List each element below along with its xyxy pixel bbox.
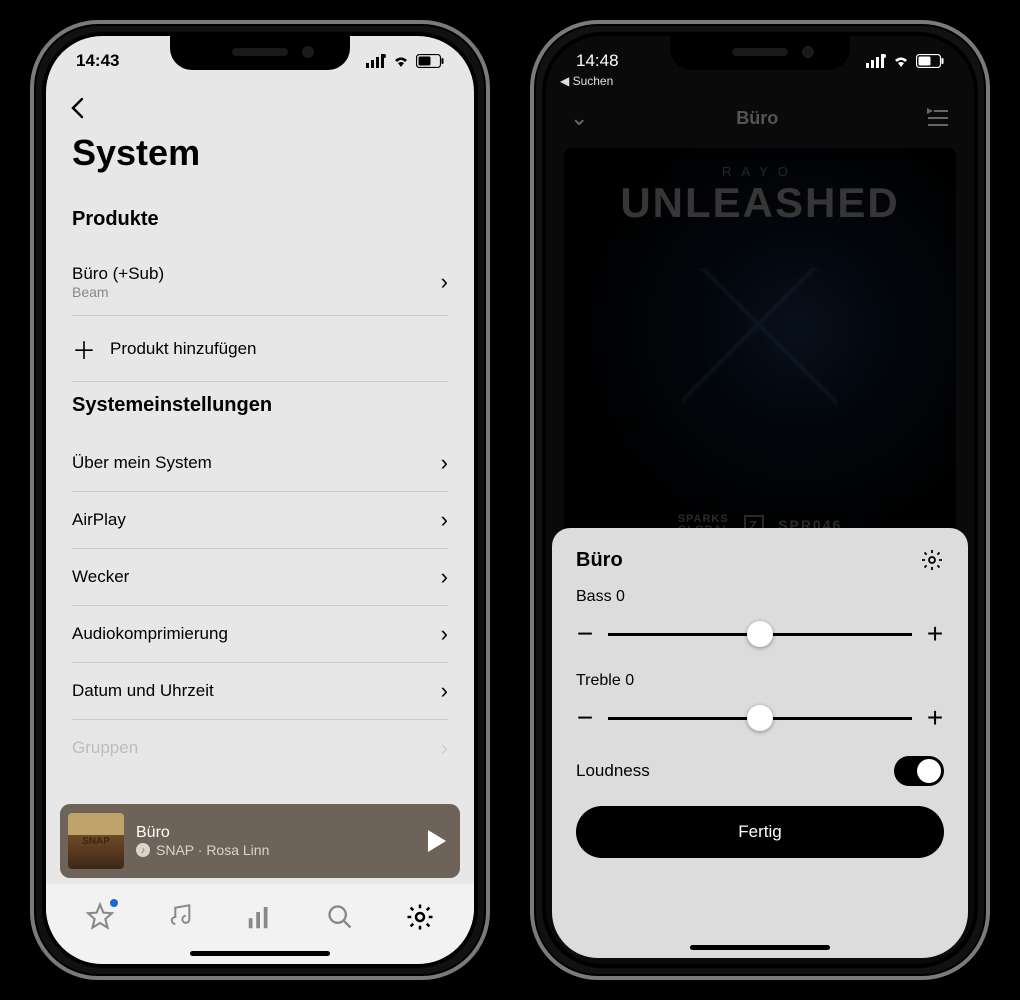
wifi-icon: [892, 54, 910, 68]
battery-icon: [916, 54, 944, 68]
settings-about[interactable]: Über mein System›: [72, 435, 448, 492]
treble-slider-group: Treble 0 − +: [576, 672, 944, 734]
done-button[interactable]: Fertig: [576, 806, 944, 858]
chevron-right-icon: ›: [441, 507, 448, 533]
chevron-right-icon: ›: [441, 621, 448, 647]
bass-plus[interactable]: +: [926, 618, 944, 650]
battery-icon: [416, 54, 444, 68]
treble-slider[interactable]: [608, 717, 912, 720]
section-settings-header: Systemeinstellungen: [72, 394, 448, 417]
bass-label: Bass 0: [576, 588, 944, 606]
section-products-header: Produkte: [72, 208, 448, 231]
treble-minus[interactable]: −: [576, 702, 594, 734]
notch: [670, 36, 850, 70]
treble-thumb[interactable]: [747, 705, 773, 731]
back-button[interactable]: [68, 96, 88, 120]
eq-room-title: Büro: [576, 549, 623, 572]
search-icon: [326, 903, 354, 931]
status-time: 14:43: [76, 51, 119, 71]
notification-dot: [110, 899, 118, 907]
product-name: Büro (+Sub): [72, 264, 164, 284]
chevron-right-icon: ›: [441, 450, 448, 476]
tab-rooms[interactable]: [240, 897, 280, 937]
add-product-row[interactable]: ＋ Produkt hinzufügen: [72, 316, 448, 382]
status-icons: [366, 54, 444, 68]
tab-music[interactable]: [160, 897, 200, 937]
music-icon: [166, 903, 194, 931]
bass-thumb[interactable]: [747, 621, 773, 647]
now-playing-header: ⌄ Büro: [546, 98, 974, 138]
loudness-row: Loudness: [576, 756, 944, 786]
breadcrumb-back[interactable]: ◀ Suchen: [560, 74, 613, 88]
page-title: System: [72, 132, 200, 174]
gear-icon: [405, 902, 435, 932]
settings-groups: Gruppen›: [72, 720, 448, 776]
product-row[interactable]: Büro (+Sub) Beam ›: [72, 249, 448, 316]
treble-label: Treble 0: [576, 672, 944, 690]
bass-slider-group: Bass 0 − +: [576, 588, 944, 650]
mini-player-room: Büro: [136, 824, 428, 842]
settings-airplay[interactable]: AirPlay›: [72, 492, 448, 549]
loudness-label: Loudness: [576, 761, 650, 781]
product-subtitle: Beam: [72, 284, 164, 300]
gear-icon[interactable]: [920, 548, 944, 572]
cellular-icon: [366, 54, 386, 68]
mini-player-track: ♪SNAP · Rosa Linn: [136, 842, 428, 858]
wifi-icon: [392, 54, 410, 68]
play-button[interactable]: [428, 830, 446, 852]
chevron-right-icon: ›: [441, 735, 448, 761]
home-indicator: [190, 951, 330, 956]
plus-icon: ＋: [72, 331, 96, 366]
notch: [170, 36, 350, 70]
star-icon: [85, 902, 115, 932]
cellular-icon: [866, 54, 886, 68]
chevron-right-icon: ›: [441, 269, 448, 295]
mini-player[interactable]: SNAP Büro ♪SNAP · Rosa Linn: [60, 804, 460, 878]
bass-slider[interactable]: [608, 633, 912, 636]
bass-minus[interactable]: −: [576, 618, 594, 650]
home-indicator: [690, 945, 830, 950]
settings-alarm[interactable]: Wecker›: [72, 549, 448, 606]
album-art: RAYO UNLEASHED SPARKSGLOBAL Z SPR046: [564, 148, 956, 548]
queue-icon[interactable]: [926, 108, 950, 128]
tab-settings[interactable]: [400, 897, 440, 937]
now-playing-room: Büro: [736, 108, 778, 129]
add-product-label: Produkt hinzufügen: [110, 339, 257, 359]
chevron-right-icon: ›: [441, 564, 448, 590]
eq-sheet: Büro Bass 0 − + Treble 0: [552, 528, 968, 958]
treble-plus[interactable]: +: [926, 702, 944, 734]
mini-player-art: SNAP: [68, 813, 124, 869]
tab-favorites[interactable]: [80, 897, 120, 937]
status-time: 14:48: [576, 51, 619, 71]
spotify-icon: ♪: [136, 843, 150, 857]
chevron-down-icon[interactable]: ⌄: [570, 105, 588, 131]
tab-search[interactable]: [320, 897, 360, 937]
chevron-right-icon: ›: [441, 678, 448, 704]
settings-datetime[interactable]: Datum und Uhrzeit›: [72, 663, 448, 720]
loudness-toggle[interactable]: [894, 756, 944, 786]
status-icons: [866, 54, 944, 68]
settings-compression[interactable]: Audiokomprimierung›: [72, 606, 448, 663]
equalizer-icon: [245, 902, 275, 932]
